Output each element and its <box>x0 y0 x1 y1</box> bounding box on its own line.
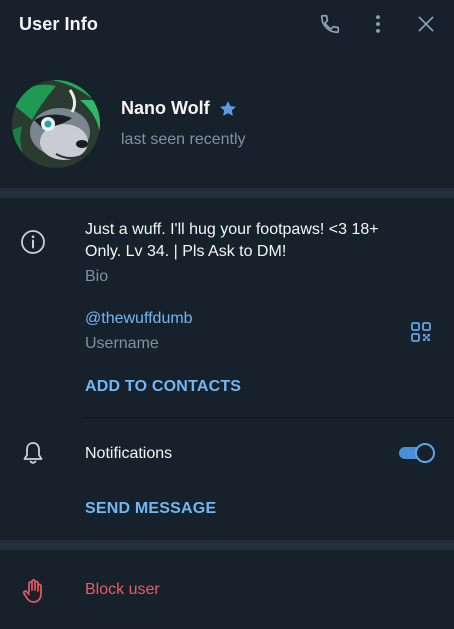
toggle-knob <box>415 443 435 463</box>
avatar-image <box>12 80 100 168</box>
bio-text[interactable]: Just a wuff. I'll hug your footpaws! <3 … <box>85 219 379 263</box>
phone-icon <box>319 13 341 40</box>
block-user-button[interactable]: Block user <box>85 581 160 599</box>
profile-section: Nano Wolf last seen recently <box>0 52 454 188</box>
username-label: Username <box>85 335 159 352</box>
bio-line: Just a wuff. I'll hug your footpaws! <3 … <box>85 221 379 238</box>
avatar[interactable] <box>12 80 100 168</box>
bell-icon <box>20 440 46 466</box>
info-icon <box>20 229 46 255</box>
qr-code-button[interactable] <box>409 320 433 344</box>
notifications-label: Notifications <box>85 445 173 462</box>
close-icon <box>416 14 436 39</box>
last-seen-status: last seen recently <box>121 131 246 148</box>
bio-line: Only. Lv 34. | Pls Ask to DM! <box>85 243 287 260</box>
phone-button[interactable] <box>316 12 344 40</box>
name-row: Nano Wolf <box>121 98 238 119</box>
notifications-toggle[interactable] <box>399 443 435 463</box>
row-separator <box>85 417 454 418</box>
qr-code-icon <box>409 322 433 348</box>
display-name: Nano Wolf <box>121 98 210 118</box>
star-icon <box>218 99 238 119</box>
username-link[interactable]: @thewuffdumb <box>85 310 193 328</box>
more-options-button[interactable] <box>364 12 392 40</box>
bio-label: Bio <box>85 268 109 285</box>
more-vertical-icon <box>367 13 389 40</box>
section-divider <box>0 188 454 198</box>
add-to-contacts-button[interactable]: ADD TO CONTACTS <box>85 378 241 396</box>
close-button[interactable] <box>412 12 440 40</box>
hand-stop-icon <box>20 578 46 604</box>
section-divider <box>0 540 454 550</box>
header-title: User Info <box>19 14 98 34</box>
header-bar: User Info <box>0 0 454 52</box>
send-message-button[interactable]: SEND MESSAGE <box>85 500 216 518</box>
